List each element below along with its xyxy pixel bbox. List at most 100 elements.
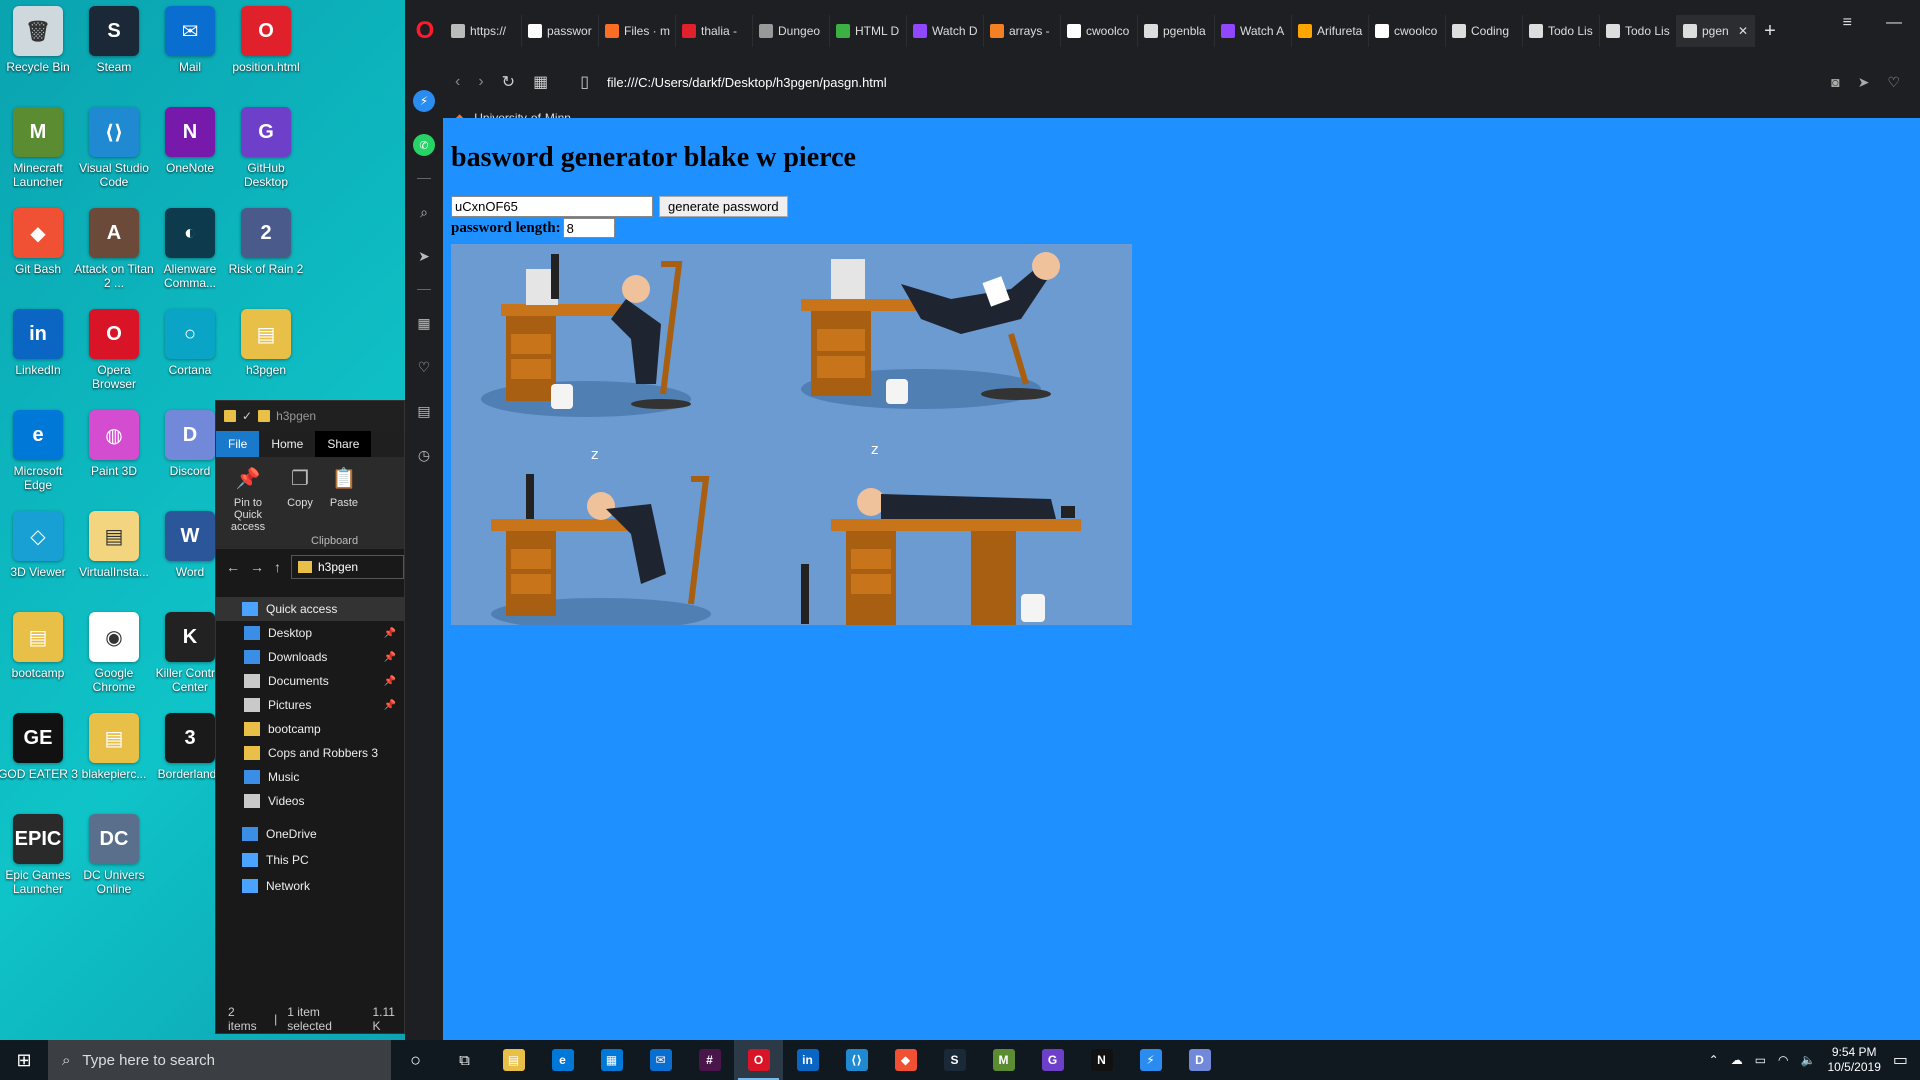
desktop-icon[interactable]: ▤ h3pgen — [228, 309, 304, 405]
desktop-icon[interactable]: ▤ bootcamp — [0, 612, 76, 708]
taskbar-app-linkedin[interactable]: in — [783, 1040, 832, 1080]
browser-tab[interactable]: Watch A — [1215, 15, 1292, 47]
forward-icon[interactable]: › — [478, 73, 483, 91]
path-field[interactable]: h3pgen — [291, 555, 404, 579]
nav-item[interactable]: Documents 📌 — [216, 669, 404, 693]
desktop-icon[interactable]: G GitHub Desktop — [228, 107, 304, 203]
desktop-icon[interactable]: GE GOD EATER 3 — [0, 713, 78, 809]
tab-menu-icon[interactable]: ≡ — [1843, 14, 1852, 32]
close-tab-icon[interactable]: ✕ — [1738, 24, 1748, 38]
browser-tab[interactable]: Todo Lis — [1600, 15, 1677, 47]
taskbar-app-file-explorer[interactable]: ▤ — [489, 1040, 538, 1080]
desktop-icon[interactable]: ○ Cortana — [152, 309, 228, 405]
send-icon[interactable]: ➤ — [413, 245, 435, 267]
nav-item[interactable]: This PC — [216, 847, 404, 873]
windows-start-icon[interactable]: ⊞ — [0, 1040, 48, 1080]
taskbar-app-netflix[interactable]: N — [1077, 1040, 1126, 1080]
taskbar-app-git[interactable]: ◆ — [881, 1040, 930, 1080]
generate-password-button[interactable]: generate password — [659, 196, 788, 217]
search-icon[interactable]: ⌕ — [413, 201, 435, 223]
nav-item[interactable]: Downloads 📌 — [216, 645, 404, 669]
browser-tab[interactable]: arrays - — [984, 15, 1061, 47]
reload-icon[interactable]: ↻ — [502, 72, 515, 92]
paste-button[interactable]: 📋 Paste — [324, 463, 364, 543]
taskbar-app-store[interactable]: ▦ — [587, 1040, 636, 1080]
wifi-icon[interactable]: ◠ — [1778, 1053, 1788, 1067]
password-output-field[interactable] — [451, 196, 653, 217]
nav-item[interactable]: Music — [216, 765, 404, 789]
speed-dial-icon[interactable]: ▦ — [413, 312, 435, 334]
taskbar-app-messenger[interactable]: ⚡ — [1126, 1040, 1175, 1080]
taskbar-clock[interactable]: 9:54 PM 10/5/2019 — [1827, 1045, 1880, 1075]
camera-icon[interactable]: ◙ — [1831, 74, 1839, 91]
up-arrow-icon[interactable]: ↑ — [274, 559, 281, 575]
desktop-icon[interactable]: ▤ blakepierc... — [76, 713, 152, 809]
browser-tab[interactable]: Watch D — [907, 15, 984, 47]
taskbar-app-steam[interactable]: S — [930, 1040, 979, 1080]
desktop-icon[interactable]: e Microsoft Edge — [0, 410, 76, 506]
desktop-icon[interactable]: ◐ Alienware Comma... — [152, 208, 228, 304]
desktop-icon[interactable]: 2 Risk of Rain 2 — [228, 208, 304, 304]
chevron-up-icon[interactable]: ⌃ — [1709, 1053, 1719, 1067]
nav-item[interactable]: Quick access — [216, 597, 404, 621]
tab-home[interactable]: Home — [259, 431, 315, 457]
browser-tab[interactable]: pgen ✕ — [1677, 15, 1755, 47]
url-field[interactable]: file:///C:/Users/darkf/Desktop/h3pgen/pa… — [607, 75, 887, 90]
taskbar-app-opera[interactable]: O — [734, 1040, 783, 1080]
browser-tab[interactable]: cwoolco — [1369, 15, 1446, 47]
desktop-icon[interactable]: S Steam — [76, 6, 152, 102]
browser-tab[interactable]: HTML D — [830, 15, 907, 47]
desktop-icon[interactable]: A Attack on Titan 2 ... — [74, 208, 154, 304]
browser-tab[interactable]: Arifureta — [1292, 15, 1369, 47]
taskbar-app-github[interactable]: G — [1028, 1040, 1077, 1080]
taskbar-app-minecraft[interactable]: M — [979, 1040, 1028, 1080]
opera-logo-icon[interactable]: O — [405, 17, 445, 45]
nav-item[interactable]: Cops and Robbers 3 — [216, 741, 404, 765]
back-arrow-icon[interactable]: ← — [226, 559, 240, 575]
notifications-icon[interactable]: ▭ — [1893, 1050, 1908, 1070]
tab-file[interactable]: File — [216, 431, 260, 457]
taskbar-app-slack[interactable]: # — [685, 1040, 734, 1080]
save-icon[interactable]: ✓ — [242, 409, 252, 423]
browser-tab[interactable]: Todo Lis — [1523, 15, 1600, 47]
browser-tab[interactable]: cwoolco — [1061, 15, 1138, 47]
taskbar-app-discord[interactable]: D — [1175, 1040, 1224, 1080]
desktop-icon[interactable]: O Opera Browser — [76, 309, 152, 405]
browser-tab[interactable]: Coding — [1446, 15, 1523, 47]
desktop-icon[interactable]: ✉ Mail — [152, 6, 228, 102]
browser-tab[interactable]: Files · m — [599, 15, 676, 47]
browser-tab[interactable]: pgenbla — [1138, 15, 1215, 47]
copy-button[interactable]: ❐ Copy — [282, 463, 318, 543]
explorer-titlebar[interactable]: ✓ h3pgen — [216, 401, 404, 431]
heart-icon[interactable]: ♡ — [413, 356, 435, 378]
taskbar-app-vscode[interactable]: ⟨⟩ — [832, 1040, 881, 1080]
heart-icon[interactable]: ♡ — [1887, 74, 1900, 91]
battery-icon[interactable]: ▭ — [1755, 1053, 1766, 1067]
browser-tab[interactable]: https:// — [445, 15, 522, 47]
nav-item[interactable]: OneDrive — [216, 821, 404, 847]
speed-dial-icon[interactable]: ▦ — [533, 72, 548, 92]
desktop-icon[interactable]: ▤ VirtualInsta... — [76, 511, 152, 607]
new-tab-button[interactable]: + — [1755, 20, 1785, 43]
forward-arrow-icon[interactable]: → — [250, 559, 264, 575]
nav-item[interactable]: Network — [216, 873, 404, 899]
browser-tab[interactable]: Dungeo — [753, 15, 830, 47]
tab-share[interactable]: Share — [315, 431, 372, 457]
send-icon[interactable]: ➤ — [1858, 74, 1870, 91]
desktop-icon[interactable]: 🗑 Recycle Bin — [0, 6, 76, 102]
taskbar-app-edge[interactable]: e — [538, 1040, 587, 1080]
desktop-icon[interactable]: DC DC Univers Online — [76, 814, 152, 910]
desktop-icon[interactable]: ◇ 3D Viewer — [0, 511, 76, 607]
browser-tab[interactable]: passwor — [522, 15, 599, 47]
desktop-icon[interactable]: in LinkedIn — [0, 309, 76, 405]
onedrive-cloud-icon[interactable]: ☁ — [1731, 1053, 1743, 1067]
desktop-icon[interactable]: Oposition.html — [228, 6, 304, 102]
cortana-icon[interactable]: ○ — [391, 1040, 440, 1080]
browser-tab[interactable]: thalia - — [676, 15, 753, 47]
desktop-icon[interactable]: M Minecraft Launcher — [0, 107, 76, 203]
pin-to-quick-access-button[interactable]: 📌 Pin to Quick access — [220, 463, 276, 543]
news-icon[interactable]: ▤ — [413, 400, 435, 422]
nav-item[interactable]: Videos — [216, 789, 404, 813]
nav-item[interactable]: bootcamp — [216, 717, 404, 741]
desktop-icon[interactable]: ◆ Git Bash — [0, 208, 76, 304]
